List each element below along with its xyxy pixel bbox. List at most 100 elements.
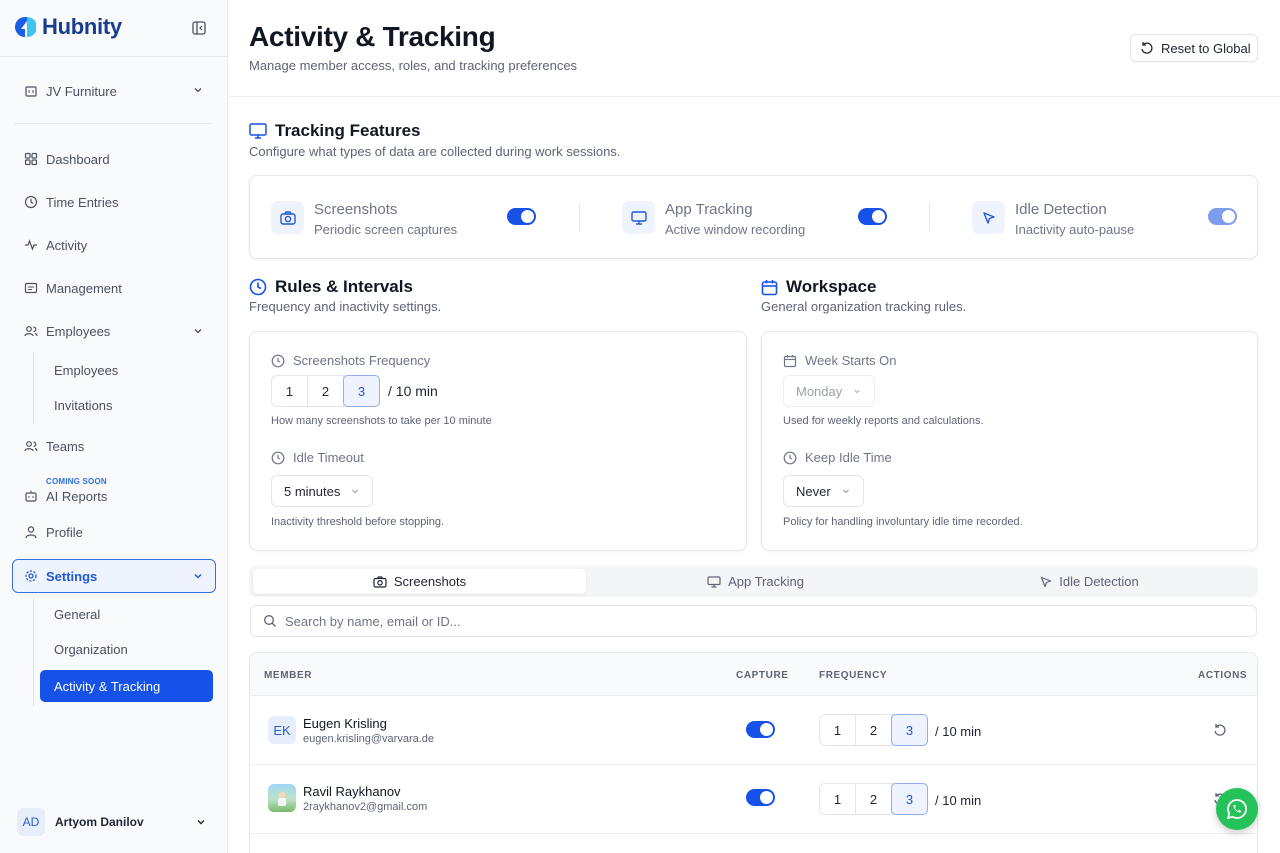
clock-icon — [249, 278, 267, 296]
sidebar-subitem-organization[interactable]: Organization — [54, 642, 128, 657]
section-title: Tracking Features — [275, 121, 421, 140]
screenshots-toggle[interactable] — [507, 208, 536, 225]
sidebar: Hubnity JV Furniture Dashboard Time Entr… — [0, 0, 228, 853]
whatsapp-chat-button[interactable] — [1216, 788, 1258, 830]
coming-soon-badge: COMING SOON — [46, 477, 107, 486]
sidebar-item-time-entries[interactable]: Time Entries — [24, 192, 118, 212]
section-subtitle: General organization tracking rules. — [761, 299, 967, 314]
submenu-line — [33, 352, 34, 424]
idle-detection-toggle[interactable] — [1208, 208, 1237, 225]
frequency-option-1[interactable]: 1 — [272, 376, 308, 406]
team-icon — [24, 441, 38, 452]
monitor-icon — [249, 123, 267, 139]
frequency-segmented-control[interactable]: 1 2 3 — [271, 375, 380, 407]
section-title: Rules & Intervals — [275, 277, 413, 296]
sidebar-item-label: Activity — [46, 237, 88, 253]
section-subtitle: Frequency and inactivity settings. — [249, 299, 442, 314]
feature-name: Screenshots — [314, 201, 398, 218]
sidebar-subitem-general[interactable]: General — [54, 607, 100, 622]
frequency-option-2[interactable]: 2 — [856, 715, 892, 745]
camera-icon — [271, 201, 304, 234]
search-input[interactable] — [285, 613, 1185, 629]
frequency-option-1[interactable]: 1 — [820, 784, 856, 814]
calendar-icon — [783, 354, 797, 367]
divider — [0, 56, 228, 57]
row-frequency-control[interactable]: 1 2 3 — [819, 783, 928, 815]
frequency-option-3[interactable]: 3 — [343, 375, 380, 407]
sidebar-subitem-employees[interactable]: Employees — [54, 363, 118, 378]
members-table: MEMBER CAPTURE FREQUENCY ACTIONS EK Euge… — [249, 652, 1258, 853]
sidebar-item-activity[interactable]: Activity — [24, 235, 87, 255]
keep-idle-label: Keep Idle Time — [783, 450, 892, 465]
features-card: Screenshots Periodic screen captures App… — [249, 175, 1258, 259]
frequency-option-1[interactable]: 1 — [820, 715, 856, 745]
column-header-actions: ACTIONS — [1198, 670, 1248, 681]
week-starts-select[interactable]: Monday — [783, 375, 876, 407]
sidebar-subitem-activity-tracking[interactable]: Activity & Tracking — [40, 670, 213, 702]
user-menu[interactable]: AD Artyom Danilov — [17, 808, 211, 836]
chevron-down-icon — [352, 489, 359, 494]
sidebar-item-teams[interactable]: Teams — [24, 436, 84, 456]
frequency-option-2[interactable]: 2 — [856, 784, 892, 814]
idle-timeout-select[interactable]: 5 minutes — [271, 475, 374, 507]
sidebar-item-dashboard[interactable]: Dashboard — [24, 149, 110, 169]
tab-app-tracking[interactable]: App Tracking — [589, 569, 922, 594]
keep-idle-select[interactable]: Never — [783, 475, 864, 507]
sidebar-item-employees[interactable]: Employees — [24, 321, 110, 341]
monitor-icon — [622, 201, 655, 234]
chevron-down-icon — [194, 88, 202, 93]
org-name: JV Furniture — [46, 83, 117, 99]
sidebar-item-label: Profile — [46, 524, 83, 540]
page-title: Activity & Tracking — [249, 21, 496, 52]
tab-screenshots[interactable]: Screenshots — [253, 569, 586, 594]
frequency-suffix: / 10 min — [935, 724, 982, 739]
capture-toggle[interactable] — [746, 789, 775, 806]
app-tracking-toggle[interactable] — [858, 208, 887, 225]
tab-label: Screenshots — [393, 574, 467, 589]
divider — [14, 123, 212, 124]
sidebar-item-settings[interactable]: Settings — [12, 559, 216, 593]
idle-timeout-label: Idle Timeout — [271, 450, 364, 465]
frequency-suffix: / 10 min — [935, 793, 982, 808]
section-subtitle: Configure what types of data are collect… — [249, 144, 621, 159]
folder-icon — [24, 282, 38, 294]
field-label-text: Idle Timeout — [293, 450, 364, 465]
table-row: Ravil Raykhanov 2raykhanov2@gmail.com 1 … — [250, 765, 1257, 834]
chevron-down-icon — [194, 574, 202, 579]
search-icon — [264, 615, 276, 627]
frequency-help: How many screenshots to take per 10 minu… — [271, 415, 492, 427]
grid-icon — [24, 152, 38, 166]
sidebar-item-profile[interactable]: Profile — [24, 522, 83, 542]
chevron-down-icon[interactable] — [192, 325, 204, 337]
building-icon — [25, 86, 37, 97]
org-selector[interactable]: JV Furniture — [24, 80, 204, 102]
frequency-option-3[interactable]: 3 — [891, 714, 928, 746]
sidebar-collapse-icon[interactable] — [191, 20, 207, 36]
rules-card: Screenshots Frequency 1 2 3 / 10 min How… — [249, 331, 747, 551]
sidebar-item-management[interactable]: Management — [24, 278, 122, 298]
sidebar-item-label: Management — [46, 280, 122, 296]
member-name: Eugen Krisling — [303, 716, 387, 731]
column-header-capture[interactable]: CAPTURE — [736, 670, 789, 681]
field-label-text: Screenshots Frequency — [293, 353, 431, 368]
brand-logo[interactable]: Hubnity — [14, 14, 122, 40]
workspace-card: Week Starts On Monday Used for weekly re… — [761, 331, 1258, 551]
reset-icon[interactable] — [1213, 723, 1227, 737]
frequency-option-3[interactable]: 3 — [891, 783, 928, 815]
rules-heading: Rules & Intervals — [249, 277, 413, 297]
user-icon — [25, 526, 37, 539]
sidebar-subitem-invitations[interactable]: Invitations — [54, 398, 113, 413]
column-header-frequency[interactable]: FREQUENCY — [819, 670, 887, 681]
sidebar-item-ai-reports[interactable]: AI Reports — [24, 486, 107, 506]
reset-to-global-button[interactable]: Reset to Global — [1130, 34, 1258, 62]
row-frequency-control[interactable]: 1 2 3 — [819, 714, 928, 746]
member-search — [250, 605, 1257, 637]
divider — [579, 203, 580, 231]
reset-icon — [1141, 42, 1153, 54]
column-header-member[interactable]: MEMBER — [264, 670, 312, 681]
tracking-features-heading: Tracking Features — [249, 121, 421, 141]
tab-idle-detection[interactable]: Idle Detection — [923, 569, 1256, 594]
frequency-option-2[interactable]: 2 — [308, 376, 344, 406]
screenshots-frequency-label: Screenshots Frequency — [271, 353, 430, 368]
capture-toggle[interactable] — [746, 721, 775, 738]
